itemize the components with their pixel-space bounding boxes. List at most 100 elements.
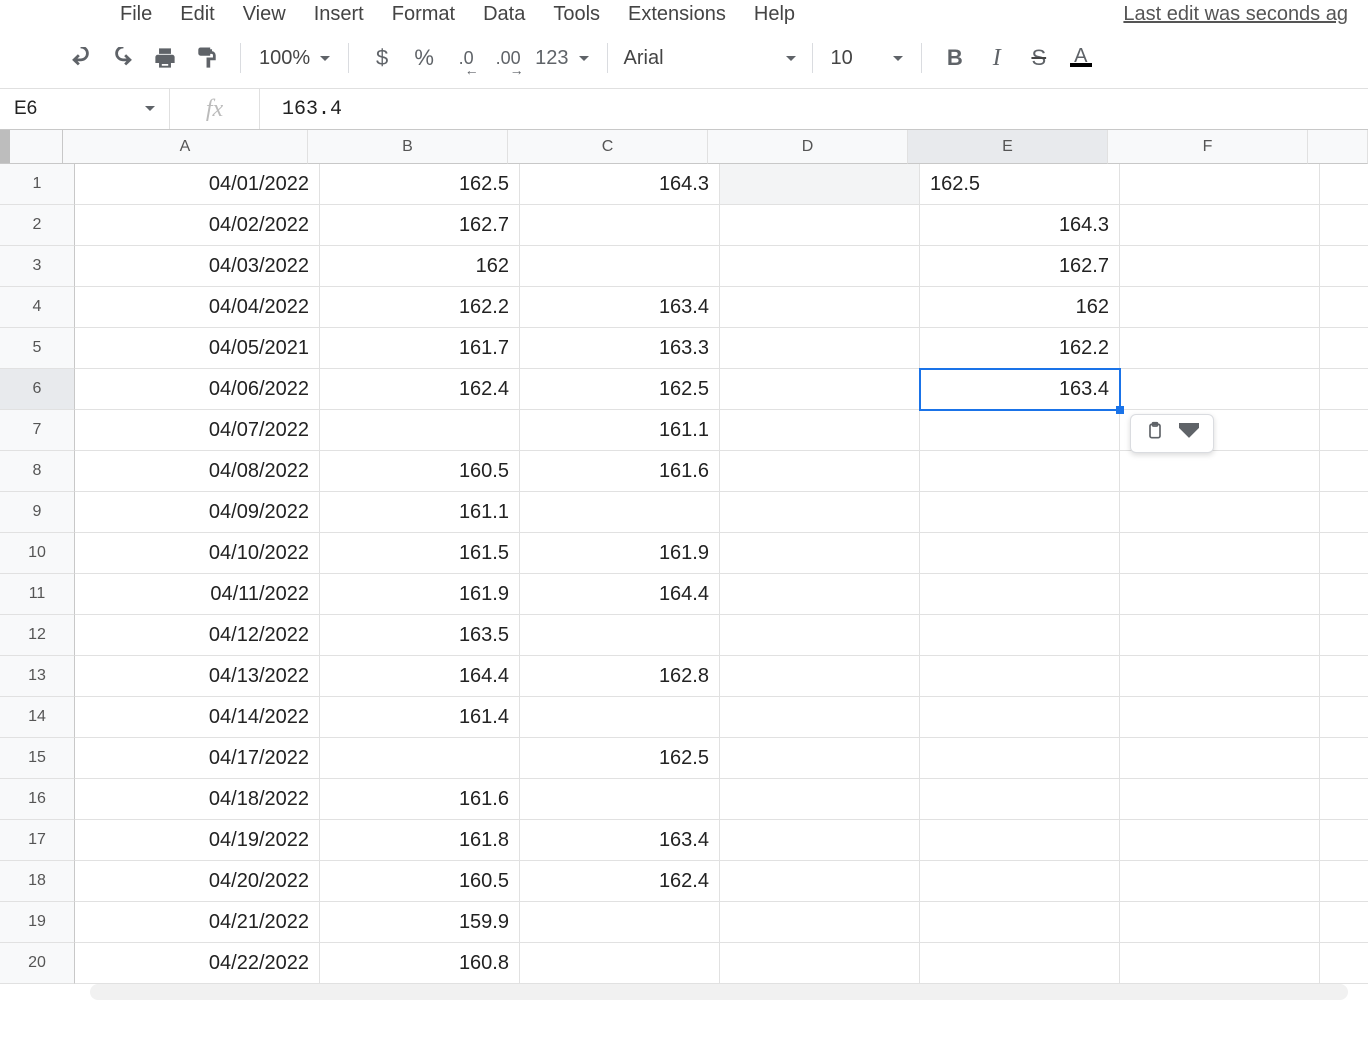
- cell-E12[interactable]: [920, 615, 1120, 656]
- cell-B16[interactable]: 161.6: [320, 779, 520, 820]
- menu-extensions[interactable]: Extensions: [628, 3, 726, 26]
- cell-A8[interactable]: 04/08/2022: [75, 451, 320, 492]
- cell-A18[interactable]: 04/20/2022: [75, 861, 320, 902]
- cell-D15[interactable]: [720, 738, 920, 779]
- cell-C13[interactable]: 162.8: [520, 656, 720, 697]
- cell-D10[interactable]: [720, 533, 920, 574]
- row-header-8[interactable]: 8: [0, 451, 75, 492]
- column-header-E[interactable]: E: [908, 130, 1108, 164]
- select-all-corner[interactable]: [0, 130, 63, 164]
- cell-E18[interactable]: [920, 861, 1120, 902]
- cell-D18[interactable]: [720, 861, 920, 902]
- cell-F12[interactable]: [1120, 615, 1320, 656]
- cell-B1[interactable]: 162.5: [320, 164, 520, 205]
- column-header-A[interactable]: A: [63, 130, 308, 164]
- font-select[interactable]: Arial: [620, 47, 800, 70]
- cell-F6[interactable]: [1120, 369, 1320, 410]
- cell-B5[interactable]: 161.7: [320, 328, 520, 369]
- row-header-18[interactable]: 18: [0, 861, 75, 902]
- cell-A9[interactable]: 04/09/2022: [75, 492, 320, 533]
- format-currency-button[interactable]: $: [365, 41, 399, 75]
- cell-E13[interactable]: [920, 656, 1120, 697]
- cell-next-7[interactable]: [1320, 410, 1368, 451]
- cell-next-19[interactable]: [1320, 902, 1368, 943]
- cell-E3[interactable]: 162.7: [920, 246, 1120, 287]
- cell-B7[interactable]: [320, 410, 520, 451]
- horizontal-scrollbar[interactable]: [90, 984, 1348, 1000]
- print-icon[interactable]: [148, 41, 182, 75]
- cell-E14[interactable]: [920, 697, 1120, 738]
- cell-D4[interactable]: [720, 287, 920, 328]
- cell-C15[interactable]: 162.5: [520, 738, 720, 779]
- italic-button[interactable]: I: [980, 41, 1014, 75]
- cell-E4[interactable]: 162: [920, 287, 1120, 328]
- name-box[interactable]: E6: [0, 89, 170, 129]
- cell-A4[interactable]: 04/04/2022: [75, 287, 320, 328]
- last-edit-link[interactable]: Last edit was seconds ag: [1123, 3, 1348, 26]
- cell-A17[interactable]: 04/19/2022: [75, 820, 320, 861]
- column-header-F[interactable]: F: [1108, 130, 1308, 164]
- cell-A2[interactable]: 04/02/2022: [75, 205, 320, 246]
- row-header-16[interactable]: 16: [0, 779, 75, 820]
- cell-E2[interactable]: 164.3: [920, 205, 1120, 246]
- cell-F16[interactable]: [1120, 779, 1320, 820]
- cell-next-2[interactable]: [1320, 205, 1368, 246]
- row-header-12[interactable]: 12: [0, 615, 75, 656]
- cell-next-11[interactable]: [1320, 574, 1368, 615]
- cell-next-18[interactable]: [1320, 861, 1368, 902]
- cell-grid[interactable]: 04/01/2022162.5164.3162.504/02/2022162.7…: [75, 164, 1368, 984]
- row-header-17[interactable]: 17: [0, 820, 75, 861]
- formula-input[interactable]: 163.4: [260, 89, 1368, 129]
- cell-F15[interactable]: [1120, 738, 1320, 779]
- cell-B15[interactable]: [320, 738, 520, 779]
- cell-E15[interactable]: [920, 738, 1120, 779]
- cell-A13[interactable]: 04/13/2022: [75, 656, 320, 697]
- cell-F19[interactable]: [1120, 902, 1320, 943]
- cell-C11[interactable]: 164.4: [520, 574, 720, 615]
- cell-F9[interactable]: [1120, 492, 1320, 533]
- cell-C16[interactable]: [520, 779, 720, 820]
- cell-F10[interactable]: [1120, 533, 1320, 574]
- cell-E11[interactable]: [920, 574, 1120, 615]
- cell-F5[interactable]: [1120, 328, 1320, 369]
- cell-D14[interactable]: [720, 697, 920, 738]
- row-header-9[interactable]: 9: [0, 492, 75, 533]
- cell-F1[interactable]: [1120, 164, 1320, 205]
- cell-A20[interactable]: 04/22/2022: [75, 943, 320, 984]
- cell-A7[interactable]: 04/07/2022: [75, 410, 320, 451]
- cell-E1[interactable]: 162.5: [920, 164, 1120, 205]
- row-header-14[interactable]: 14: [0, 697, 75, 738]
- cell-next-5[interactable]: [1320, 328, 1368, 369]
- cell-C3[interactable]: [520, 246, 720, 287]
- cell-D1[interactable]: [720, 164, 920, 205]
- cell-F8[interactable]: [1120, 451, 1320, 492]
- cell-F14[interactable]: [1120, 697, 1320, 738]
- cell-D13[interactable]: [720, 656, 920, 697]
- row-header-6[interactable]: 6: [0, 369, 75, 410]
- cell-F11[interactable]: [1120, 574, 1320, 615]
- column-header-next[interactable]: [1308, 130, 1368, 164]
- cell-A1[interactable]: 04/01/2022: [75, 164, 320, 205]
- cell-D11[interactable]: [720, 574, 920, 615]
- cell-C2[interactable]: [520, 205, 720, 246]
- cell-D17[interactable]: [720, 820, 920, 861]
- cell-B11[interactable]: 161.9: [320, 574, 520, 615]
- cell-C18[interactable]: 162.4: [520, 861, 720, 902]
- cell-E7[interactable]: [920, 410, 1120, 451]
- cell-A5[interactable]: 04/05/2021: [75, 328, 320, 369]
- cell-A19[interactable]: 04/21/2022: [75, 902, 320, 943]
- paint-format-icon[interactable]: [190, 41, 224, 75]
- cell-C9[interactable]: [520, 492, 720, 533]
- menu-help[interactable]: Help: [754, 3, 795, 26]
- row-header-7[interactable]: 7: [0, 410, 75, 451]
- menu-edit[interactable]: Edit: [180, 3, 214, 26]
- menu-file[interactable]: File: [120, 3, 152, 26]
- cell-C10[interactable]: 161.9: [520, 533, 720, 574]
- cell-D19[interactable]: [720, 902, 920, 943]
- cell-C20[interactable]: [520, 943, 720, 984]
- cell-E6[interactable]: 163.4: [920, 369, 1120, 410]
- cell-next-15[interactable]: [1320, 738, 1368, 779]
- undo-icon[interactable]: [64, 41, 98, 75]
- cell-B4[interactable]: 162.2: [320, 287, 520, 328]
- cell-E5[interactable]: 162.2: [920, 328, 1120, 369]
